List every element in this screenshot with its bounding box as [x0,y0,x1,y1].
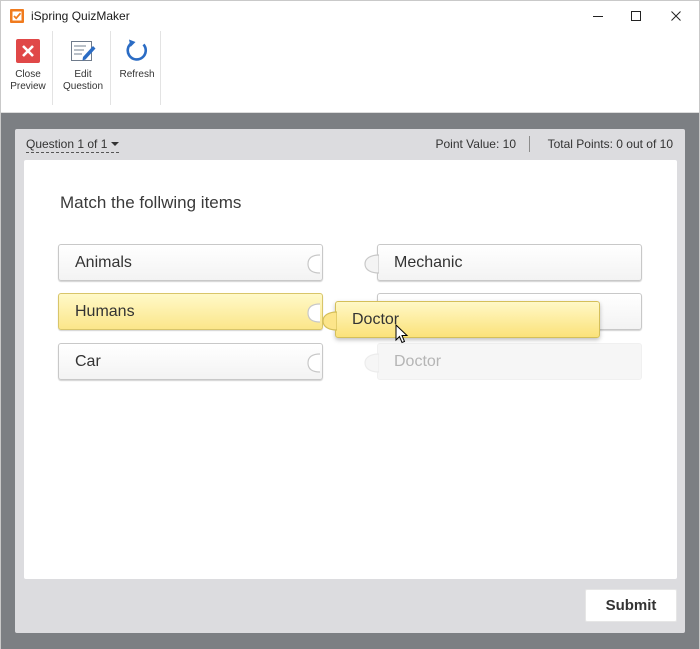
right-item-label: Doctor [394,353,442,370]
total-points: Total Points: 0 out of 10 [547,137,673,151]
close-preview-label-line2: Preview [10,81,46,92]
left-item-car[interactable]: Car [58,343,323,380]
left-item-humans[interactable]: Humans [58,293,323,330]
app-icon [10,9,24,23]
edit-question-icon [71,41,96,61]
left-item-label: Car [75,353,101,370]
refresh-button[interactable]: Refresh [113,31,161,105]
puzzle-socket-icon [307,353,321,373]
left-item-animals[interactable]: Animals [58,244,323,281]
edit-question-label-line2: Question [62,81,104,92]
right-item-mechanic[interactable]: Mechanic [364,244,642,281]
close-window-button[interactable] [653,1,699,31]
close-window-icon [671,11,681,21]
info-separator [529,136,530,152]
right-item-label: Mechanic [394,254,463,271]
question-info-bar: Question 1 of 1 Point Value: 10 Total Po… [24,136,678,155]
close-preview-label-line1: Close [15,69,41,80]
edit-question-label: Edit Question [59,69,107,93]
dragged-item-label: Doctor [352,311,400,328]
refresh-group: Refresh [111,31,161,105]
close-preview-label: Close Preview [5,69,51,93]
refresh-label: Refresh [119,69,155,80]
window-title: iSpring QuizMaker [31,9,130,23]
close-preview-button[interactable]: Close Preview [5,31,51,105]
dragged-item-doctor[interactable]: Doctor [322,301,600,338]
close-preview-icon [16,39,40,63]
refresh-icon [126,39,148,61]
puzzle-tab-icon [364,254,379,274]
edit-question-label-line1: Edit [74,69,92,80]
question-text: Match the follwing items [60,193,242,212]
puzzle-tab-icon [364,353,379,373]
left-item-label: Humans [75,303,135,320]
edit-question-button[interactable]: Edit Question [59,31,107,105]
mouse-cursor-icon [395,324,409,344]
caret-down-icon [111,142,120,146]
question-selector-label: Question 1 of 1 [26,137,108,151]
left-item-label: Animals [75,254,132,271]
title-bar: iSpring QuizMaker [1,1,699,31]
right-item-doctor-placeholder: Doctor [364,343,642,380]
puzzle-tab-icon [322,311,337,331]
close-group: Close Preview [1,31,53,105]
point-value: Point Value: 10 [435,137,516,151]
minimize-icon [593,16,603,17]
ribbon-toolbar: Close Preview Edit Question Refresh [1,31,699,113]
question-selector[interactable]: Question 1 of 1 [26,137,120,153]
puzzle-socket-icon [307,254,321,274]
edit-group: Edit Question [53,31,111,105]
submit-button[interactable]: Submit [585,589,677,622]
maximize-icon [631,11,641,21]
